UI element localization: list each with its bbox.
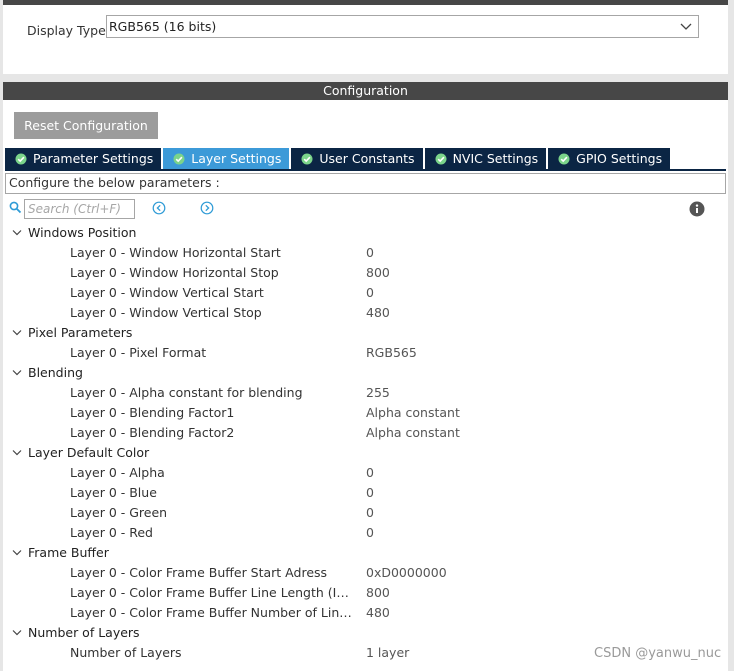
search-input[interactable] <box>24 199 135 219</box>
parameter-value[interactable]: 0 <box>366 523 374 543</box>
parameter-name: Layer 0 - Color Frame Buffer Number of L… <box>70 605 353 620</box>
tabs-underline <box>5 169 726 171</box>
tab-label: Parameter Settings <box>33 151 154 166</box>
parameter-row[interactable]: Layer 0 - Blue 0 <box>3 483 728 503</box>
configuration-header: Configuration <box>3 82 728 100</box>
parameter-value[interactable]: 480 <box>366 303 390 323</box>
configure-hint: Configure the below parameters : <box>5 173 726 194</box>
tree-group[interactable]: Pixel Parameters <box>3 323 728 343</box>
chevron-down-icon <box>680 23 692 30</box>
chevron-down-icon[interactable] <box>12 229 22 237</box>
parameter-row[interactable]: Layer 0 - Window Vertical Start 0 <box>3 283 728 303</box>
configuration-panel: Configuration Reset Configuration Parame… <box>3 82 728 671</box>
parameter-row[interactable]: Layer 0 - Window Horizontal Stop 800 <box>3 263 728 283</box>
parameter-value[interactable]: 255 <box>366 383 390 403</box>
parameter-name: Layer 0 - Window Vertical Start <box>70 285 264 300</box>
tree-group-label: Pixel Parameters <box>28 325 133 340</box>
parameter-row[interactable]: Layer 0 - Pixel Format RGB565 <box>3 343 728 363</box>
parameter-value[interactable]: 480 <box>366 603 390 623</box>
tree-group[interactable]: Windows Position <box>3 223 728 243</box>
parameter-value[interactable]: 0 <box>366 463 374 483</box>
parameter-row[interactable]: Layer 0 - Color Frame Buffer Number of L… <box>3 603 728 623</box>
tab-nvic-settings[interactable]: NVIC Settings <box>424 148 547 169</box>
parameter-name: Layer 0 - Color Frame Buffer Line Length… <box>70 585 353 600</box>
parameter-row[interactable]: Layer 0 - Green 0 <box>3 503 728 523</box>
tab-parameter-settings[interactable]: Parameter Settings <box>5 148 162 169</box>
display-type-select[interactable]: RGB565 (16 bits) <box>106 15 699 38</box>
parameter-value[interactable]: Alpha constant <box>366 403 460 423</box>
parameter-value[interactable]: RGB565 <box>366 343 417 363</box>
tree-group-label: Windows Position <box>28 225 137 240</box>
chevron-down-icon[interactable] <box>12 329 22 337</box>
parameter-row[interactable]: Layer 0 - Color Frame Buffer Start Adres… <box>3 563 728 583</box>
parameter-name: Layer 0 - Blending Factor2 <box>70 425 235 440</box>
tree-group-label: Layer Default Color <box>28 445 150 460</box>
tab-label: NVIC Settings <box>452 151 539 166</box>
parameter-row[interactable]: Layer 0 - Blending Factor2 Alpha constant <box>3 423 728 443</box>
previous-result-icon[interactable] <box>152 201 166 215</box>
parameter-row[interactable]: Layer 0 - Blending Factor1 Alpha constant <box>3 403 728 423</box>
parameter-value[interactable]: 800 <box>366 263 390 283</box>
parameter-row[interactable]: Layer 0 - Window Horizontal Start 0 <box>3 243 728 263</box>
reset-configuration-button[interactable]: Reset Configuration <box>14 112 158 139</box>
parameter-value[interactable]: 800 <box>366 583 390 603</box>
display-type-label: Display Type <box>27 23 106 38</box>
tab-layer-settings[interactable]: Layer Settings <box>163 148 290 169</box>
parameter-row[interactable]: Layer 0 - Color Frame Buffer Line Length… <box>3 583 728 603</box>
parameter-tree: Windows Position Layer 0 - Window Horizon… <box>3 223 728 663</box>
tree-group-label: Blending <box>28 365 83 380</box>
display-type-value: RGB565 (16 bits) <box>109 19 217 34</box>
parameter-value[interactable]: 0 <box>366 483 374 503</box>
settings-tabs: Parameter Settings Layer Settings User Con… <box>5 148 672 169</box>
check-circle-icon <box>558 153 570 164</box>
parameter-name: Layer 0 - Window Horizontal Stop <box>70 265 279 280</box>
tree-group[interactable]: Blending <box>3 363 728 383</box>
parameter-value[interactable]: 1 layer <box>366 643 409 663</box>
parameter-name: Layer 0 - Alpha constant for blending <box>70 385 303 400</box>
parameter-name: Layer 0 - Color Frame Buffer Start Adres… <box>70 565 328 580</box>
parameter-value[interactable]: Alpha constant <box>366 423 460 443</box>
parameter-name: Layer 0 - Window Vertical Stop <box>70 305 262 320</box>
info-icon[interactable] <box>689 201 705 217</box>
next-result-icon[interactable] <box>200 201 214 215</box>
tab-gpio-settings[interactable]: GPIO Settings <box>548 148 671 169</box>
parameter-name: Layer 0 - Green <box>70 505 168 520</box>
check-circle-icon <box>301 153 313 164</box>
tab-label: GPIO Settings <box>576 151 663 166</box>
chevron-down-icon[interactable] <box>12 549 22 557</box>
tab-label: User Constants <box>319 151 415 166</box>
tree-group-label: Frame Buffer <box>28 545 109 560</box>
parameter-row[interactable]: Layer 0 - Alpha constant for blending 255 <box>3 383 728 403</box>
parameter-name: Layer 0 - Window Horizontal Start <box>70 245 281 260</box>
parameter-row[interactable]: Layer 0 - Window Vertical Stop 480 <box>3 303 728 323</box>
parameter-row[interactable]: Layer 0 - Alpha 0 <box>3 463 728 483</box>
tree-group[interactable]: Frame Buffer <box>3 543 728 563</box>
parameter-name: Layer 0 - Blue <box>70 485 157 500</box>
check-circle-icon <box>15 153 27 164</box>
display-type-panel: Display Type RGB565 (16 bits) <box>3 0 728 74</box>
tree-group-label: Number of Layers <box>28 625 140 640</box>
tree-group[interactable]: Number of Layers <box>3 623 728 643</box>
parameter-value[interactable]: 0xD0000000 <box>366 563 447 583</box>
chevron-down-icon[interactable] <box>12 629 22 637</box>
watermark: CSDN @yanwu_nuc <box>594 646 722 661</box>
chevron-down-icon[interactable] <box>12 369 22 377</box>
check-circle-icon <box>435 153 447 164</box>
parameter-name: Layer 0 - Alpha <box>70 465 165 480</box>
chevron-down-icon[interactable] <box>12 449 22 457</box>
parameter-name: Number of Layers <box>70 645 182 660</box>
tab-label: Layer Settings <box>191 151 282 166</box>
parameter-value[interactable]: 0 <box>366 243 374 263</box>
tab-user-constants[interactable]: User Constants <box>291 148 423 169</box>
parameter-row[interactable]: Layer 0 - Red 0 <box>3 523 728 543</box>
tree-group[interactable]: Layer Default Color <box>3 443 728 463</box>
parameter-name: Layer 0 - Red <box>70 525 153 540</box>
parameter-name: Layer 0 - Pixel Format <box>70 345 207 360</box>
parameter-value[interactable]: 0 <box>366 283 374 303</box>
parameter-value[interactable]: 0 <box>366 503 374 523</box>
search-icon <box>9 201 22 214</box>
parameter-name: Layer 0 - Blending Factor1 <box>70 405 235 420</box>
check-circle-icon <box>173 153 185 164</box>
